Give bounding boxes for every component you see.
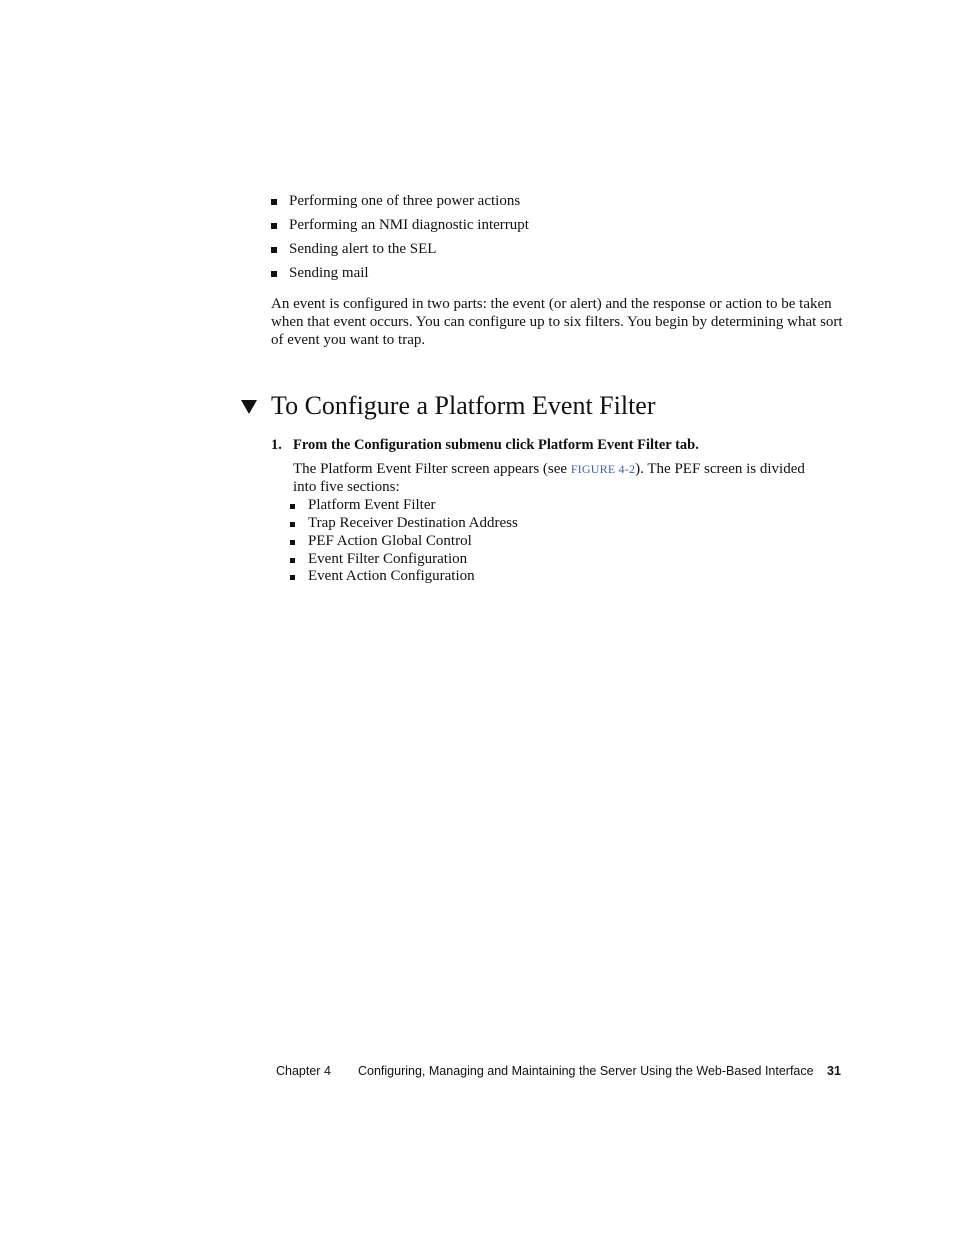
list-item-text: PEF Action Global Control [308, 533, 472, 549]
step-number: 1. [271, 437, 282, 453]
bullet-square-icon [290, 575, 295, 580]
figure-link[interactable]: FIGURE 4-2 [571, 462, 635, 476]
bullet-square-icon [290, 540, 295, 545]
footer-title: Configuring, Managing and Maintaining th… [358, 1064, 814, 1078]
list-item-text: Event Action Configuration [308, 568, 475, 584]
bullet-square-icon [290, 504, 295, 509]
page-footer: Chapter 4 Configuring, Managing and Main… [276, 1064, 841, 1078]
triangle-down-icon [241, 400, 257, 414]
list-item-text: Event Filter Configuration [308, 551, 468, 567]
list-item-text: Sending alert to the SEL [289, 241, 437, 257]
intro-paragraph: An event is configured in two parts: the… [271, 296, 843, 348]
bullet-square-icon [271, 199, 277, 205]
section-title: To Configure a Platform Event Filter [271, 391, 656, 420]
page-number: 31 [827, 1064, 841, 1078]
step-1: 1. From the Configuration submenu click … [271, 436, 699, 454]
bullet-square-icon [290, 558, 295, 563]
list-item-text: Sending mail [289, 265, 369, 281]
bullet-square-icon [271, 247, 277, 253]
list-item-text: Performing one of three power actions [289, 193, 521, 209]
step-text: From the Configuration submenu click Pla… [293, 437, 699, 453]
bullet-square-icon [290, 522, 295, 527]
bullet-square-icon [271, 271, 277, 277]
list-item-text: Performing an NMI diagnostic interrupt [289, 217, 529, 233]
bullet-square-icon [271, 223, 277, 229]
body-text: The Platform Event Filter screen appears… [293, 461, 571, 477]
footer-chapter: Chapter 4 [276, 1064, 331, 1078]
step-1-body: The Platform Event Filter screen appears… [293, 460, 813, 496]
list-item-text: Trap Receiver Destination Address [308, 515, 518, 531]
list-item-text: Platform Event Filter [308, 497, 436, 513]
